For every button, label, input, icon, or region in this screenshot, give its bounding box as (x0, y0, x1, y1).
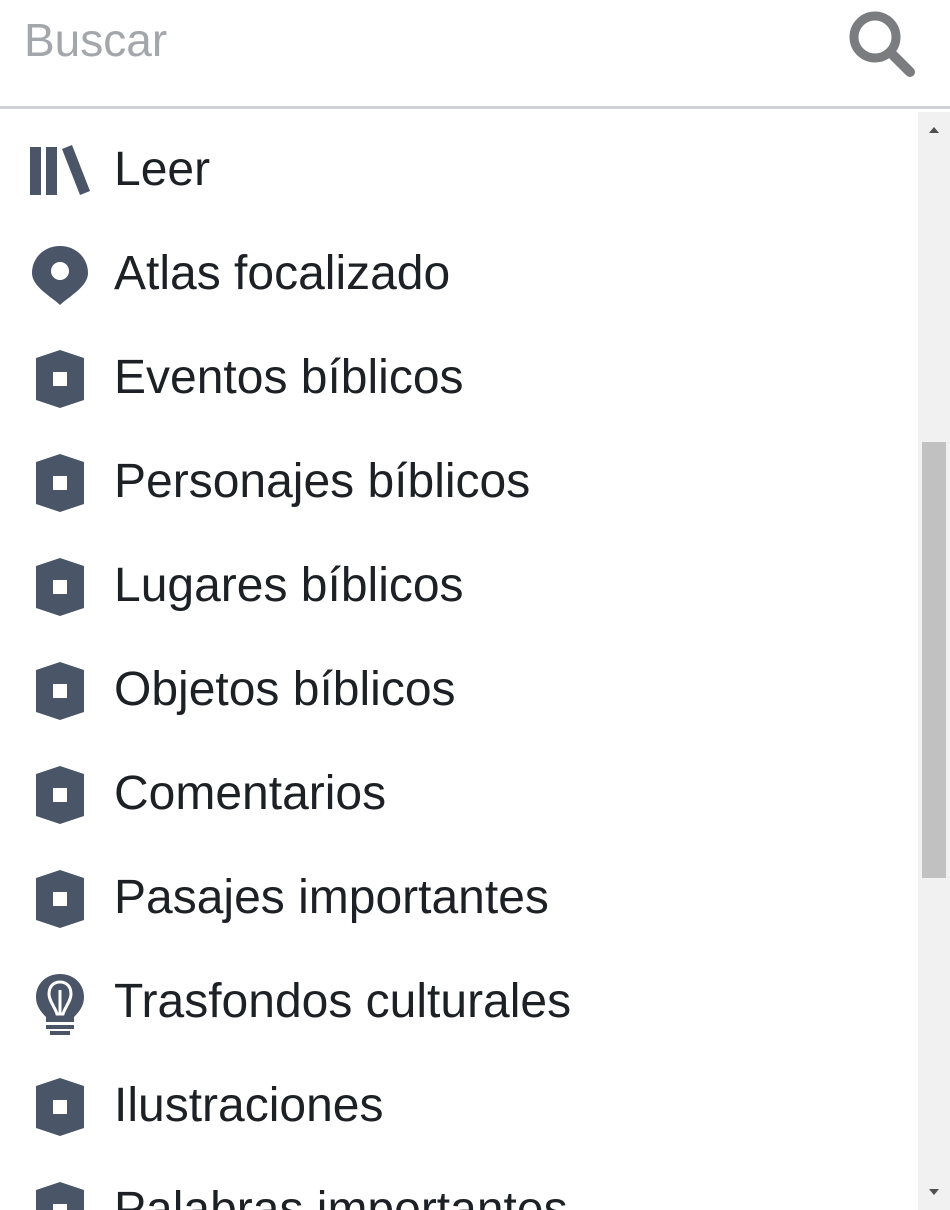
menu-item-atlas-focalizado[interactable]: Atlas focalizado (0, 216, 918, 320)
search-bar (0, 0, 950, 109)
menu-item-lugares-biblicos[interactable]: Lugares bíblicos (0, 528, 918, 632)
menu-item-label: Atlas focalizado (114, 247, 451, 300)
menu-item-label: Personajes bíblicos (114, 455, 531, 508)
scroll-down-arrow-icon[interactable] (918, 1174, 950, 1210)
menu-item-comentarios[interactable]: Comentarios (0, 736, 918, 840)
menu-item-personajes-biblicos[interactable]: Personajes bíblicos (0, 424, 918, 528)
menu-item-ilustraciones[interactable]: Ilustraciones (0, 1048, 918, 1152)
hexagon-tag-icon (36, 870, 84, 928)
hexagon-tag-icon (36, 350, 84, 408)
search-input[interactable] (24, 4, 824, 76)
hexagon-tag-icon (36, 662, 84, 720)
search-icon[interactable] (846, 8, 920, 78)
side-panel: Leer Atlas focalizado Eventos bíblicos (0, 0, 950, 1210)
scrollbar[interactable] (918, 112, 950, 1210)
library-icon (30, 145, 90, 195)
menu-list: Leer Atlas focalizado Eventos bíblicos P… (0, 112, 918, 1210)
hexagon-tag-icon (36, 1182, 84, 1210)
menu-item-objetos-biblicos[interactable]: Objetos bíblicos (0, 632, 918, 736)
menu-item-label: Ilustraciones (114, 1079, 384, 1132)
menu-item-label: Leer (114, 143, 211, 196)
lightbulb-icon (36, 974, 84, 1035)
menu-item-label: Lugares bíblicos (114, 559, 464, 612)
hexagon-tag-icon (36, 454, 84, 512)
menu-item-label: Pasajes importantes (114, 871, 549, 924)
scroll-up-arrow-icon[interactable] (918, 112, 950, 148)
menu-item-leer[interactable]: Leer (0, 112, 918, 216)
menu-item-label: Trasfondos culturales (114, 975, 572, 1028)
scrollbar-thumb[interactable] (922, 442, 946, 878)
menu-item-palabras-importantes[interactable]: Palabras importantes (0, 1152, 918, 1210)
menu-item-trasfondos-culturales[interactable]: Trasfondos culturales (0, 944, 918, 1048)
hexagon-tag-icon (36, 1078, 84, 1136)
menu-item-label: Comentarios (114, 767, 387, 820)
map-pin-icon (32, 246, 88, 305)
menu-item-eventos-biblicos[interactable]: Eventos bíblicos (0, 320, 918, 424)
hexagon-tag-icon (36, 766, 84, 824)
menu-item-label: Palabras importantes (114, 1183, 568, 1210)
menu-item-pasajes-importantes[interactable]: Pasajes importantes (0, 840, 918, 944)
menu-item-label: Eventos bíblicos (114, 351, 464, 404)
hexagon-tag-icon (36, 558, 84, 616)
menu-item-label: Objetos bíblicos (114, 663, 456, 716)
